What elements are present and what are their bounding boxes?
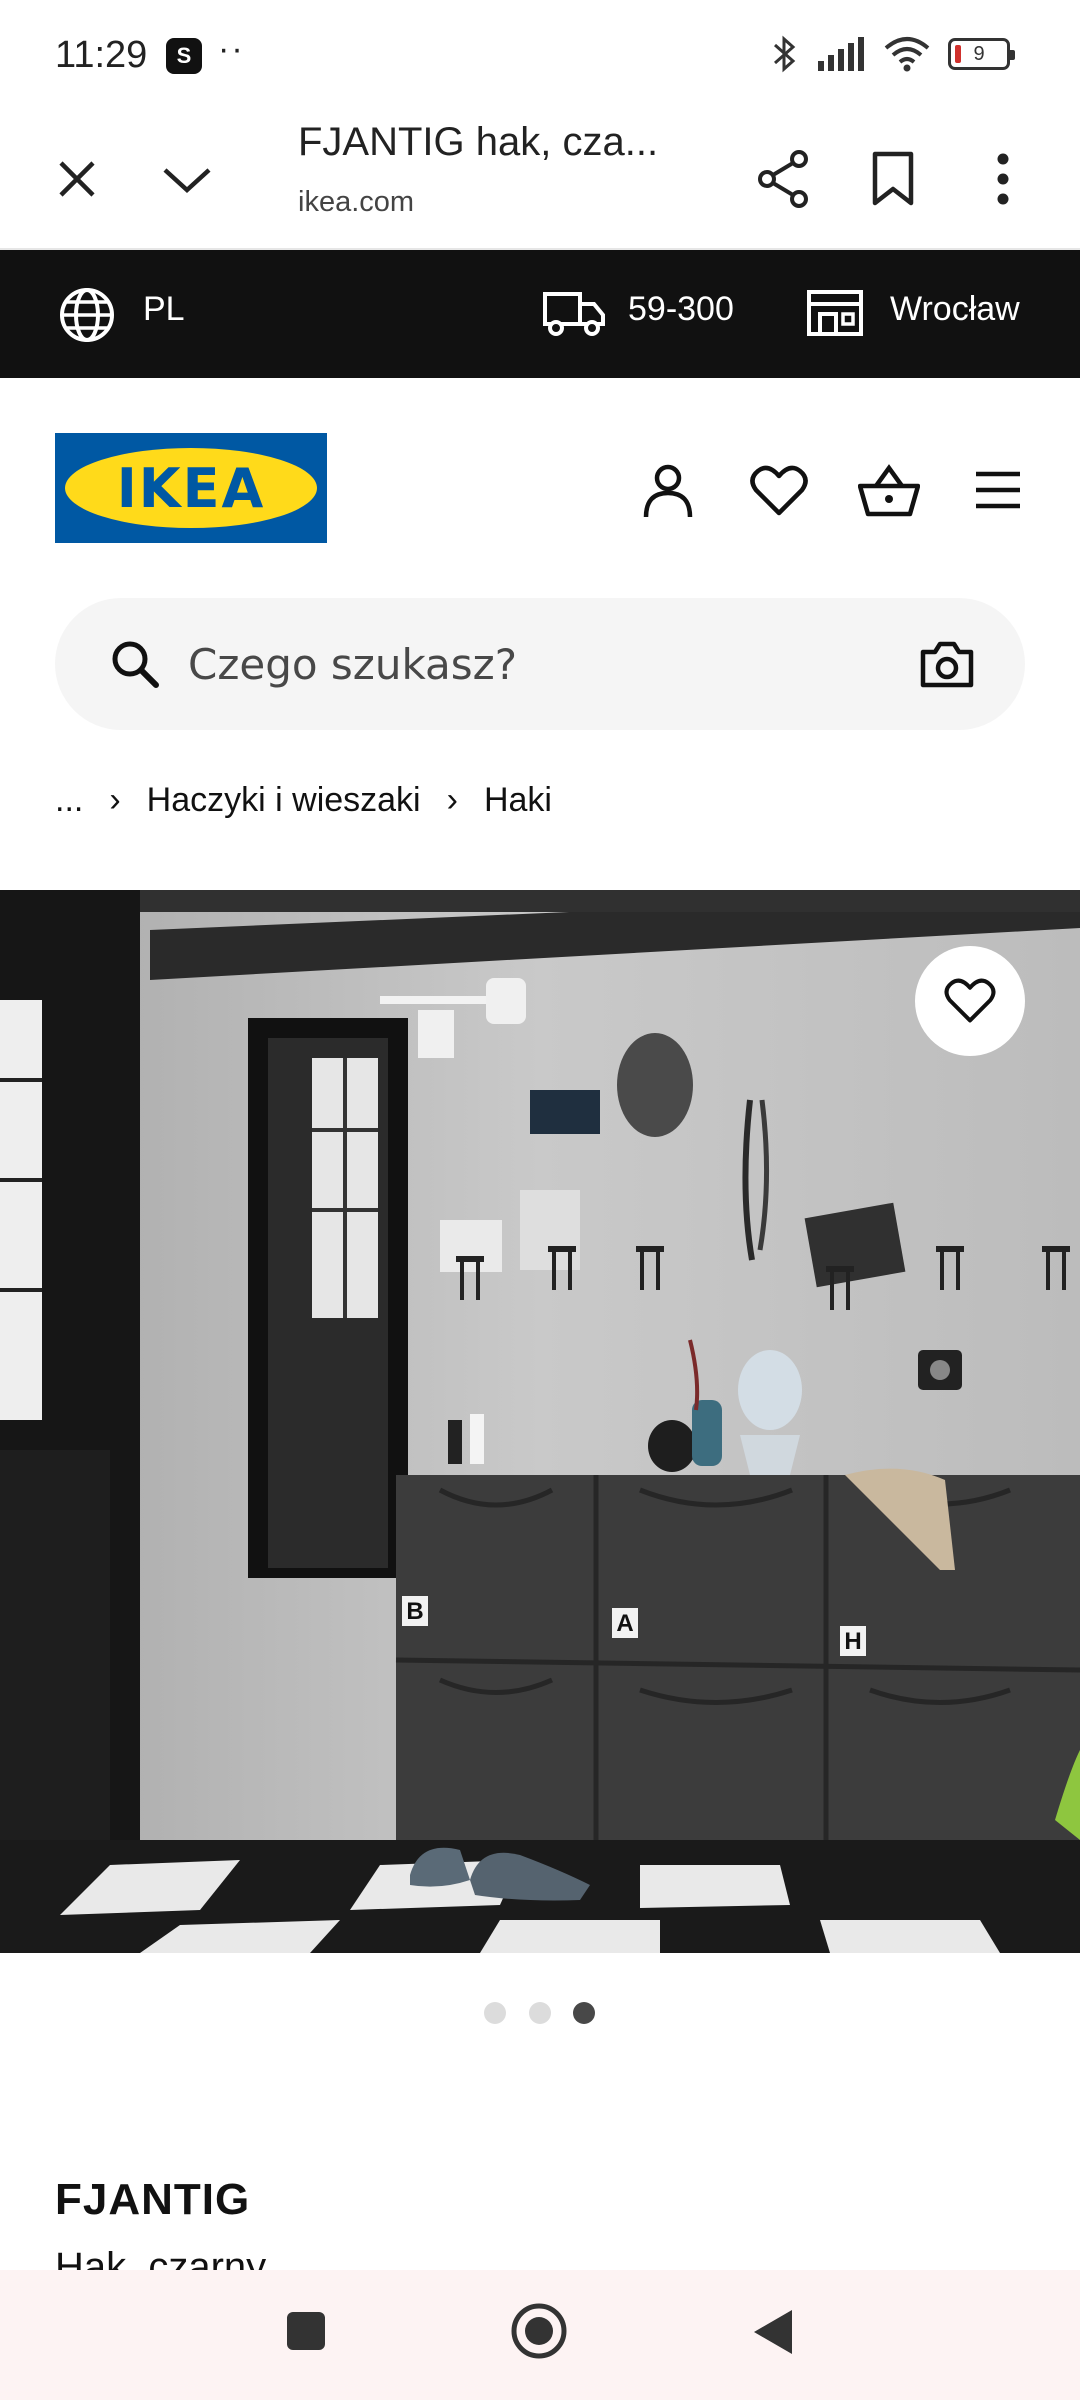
system-navigation-bar <box>0 2270 1080 2400</box>
search-icon <box>112 641 159 688</box>
globe-icon[interactable] <box>58 286 116 344</box>
carousel-dot[interactable] <box>484 2002 506 2024</box>
chevron-down-icon[interactable] <box>152 144 222 214</box>
heart-icon <box>944 978 996 1023</box>
wifi-icon <box>884 37 930 72</box>
delivery-truck-icon[interactable] <box>542 288 606 338</box>
drawer-label: A <box>616 1610 633 1637</box>
store-icon[interactable] <box>806 288 864 338</box>
chevron-right-icon: › <box>446 780 458 819</box>
add-to-favourites-button[interactable] <box>915 946 1025 1056</box>
product-image[interactable]: B A H <box>0 890 1080 1953</box>
page-title[interactable]: FJANTIG hak, cza... <box>298 120 658 165</box>
user-icon[interactable] <box>638 463 698 519</box>
close-icon[interactable] <box>42 144 112 214</box>
menu-icon[interactable] <box>972 468 1024 512</box>
search-input[interactable] <box>188 634 928 694</box>
page-url[interactable]: ikea.com <box>298 186 414 219</box>
carousel-dot[interactable] <box>529 2002 551 2024</box>
home-icon[interactable] <box>510 2302 568 2360</box>
breadcrumb-ellipsis[interactable]: ... <box>55 781 83 820</box>
language-selector[interactable]: PL <box>143 290 185 329</box>
logo-text: IKEA <box>116 456 266 520</box>
breadcrumb-item[interactable]: Haki <box>484 781 552 820</box>
hallway-photo: B A H <box>0 890 1080 1953</box>
search-bar[interactable] <box>55 598 1025 730</box>
bookmark-icon[interactable] <box>858 144 928 214</box>
notification-app-icon: S <box>166 38 202 74</box>
status-icons: 9 <box>772 34 1015 74</box>
breadcrumb-item[interactable]: Haczyki i wieszaki <box>147 781 421 820</box>
product-name: FJANTIG <box>55 2175 251 2224</box>
ikea-topbar: PL 59-300 Wrocław <box>0 250 1080 378</box>
recent-apps-icon[interactable] <box>285 2310 327 2352</box>
signal-icon <box>818 37 864 71</box>
ikea-logo[interactable]: IKEA <box>55 433 327 543</box>
share-icon[interactable] <box>748 144 818 214</box>
drawer-label: H <box>844 1628 861 1655</box>
back-icon[interactable] <box>752 2308 794 2356</box>
camera-icon[interactable] <box>920 640 974 688</box>
more-options-icon[interactable] <box>968 144 1038 214</box>
drawer-label: B <box>406 1598 423 1625</box>
browser-toolbar: FJANTIG hak, cza... ikea.com <box>0 110 1080 250</box>
postcode-selector[interactable]: 59-300 <box>628 290 734 329</box>
breadcrumb: ... › Haczyki i wieszaki › Haki <box>55 778 552 822</box>
cart-icon[interactable] <box>858 462 920 518</box>
more-notifications-indicator: ·· <box>218 30 245 68</box>
status-bar: 11:29 S ·· 9 <box>0 0 1080 110</box>
bluetooth-icon <box>774 35 796 73</box>
status-time: 11:29 <box>55 34 148 76</box>
logo-oval: IKEA <box>65 448 317 528</box>
carousel-dot-active[interactable] <box>573 2002 595 2024</box>
battery-icon: 9 <box>948 38 1015 70</box>
heart-icon[interactable] <box>750 465 808 517</box>
store-selector[interactable]: Wrocław <box>890 290 1020 329</box>
battery-level: 9 <box>973 42 985 65</box>
chevron-right-icon: › <box>109 780 121 819</box>
